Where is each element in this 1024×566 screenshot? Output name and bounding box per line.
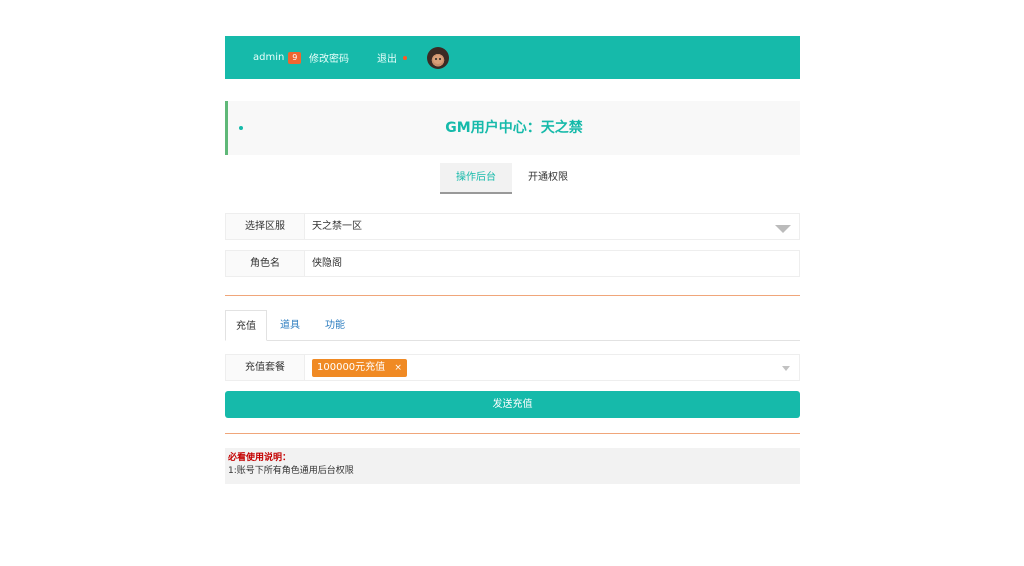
notice-line: 1:账号下所有角色通用后台权限 — [228, 466, 354, 476]
page-title: GM用户中心：天之禁 — [445, 120, 583, 136]
change-password-link[interactable]: 修改密码 — [309, 36, 349, 79]
page-header: GM用户中心：天之禁 — [225, 101, 800, 155]
divider — [225, 295, 800, 296]
username: admin — [253, 52, 285, 63]
role-name-row: 角色名 侠隐阁 — [225, 250, 800, 277]
tab-functions[interactable]: 功能 — [325, 310, 345, 341]
role-name-input[interactable]: 侠隐阁 — [305, 251, 799, 276]
avatar-eye-right — [439, 58, 441, 60]
role-label: 角色名 — [226, 251, 305, 276]
remove-tag-icon[interactable]: × — [394, 363, 402, 373]
status-dot-icon — [403, 55, 407, 60]
change-password-label: 修改密码 — [309, 54, 349, 65]
tab-open-permission[interactable]: 开通权限 — [512, 163, 584, 192]
divider — [225, 433, 800, 434]
notice-title: 必看使用说明： — [228, 453, 292, 463]
tab-recharge[interactable]: 充值 — [225, 310, 267, 341]
usage-notice: 必看使用说明： 1:账号下所有角色通用后台权限 — [225, 448, 800, 484]
package-select-row: 充值套餐 100000元充值 × — [225, 354, 800, 381]
server-select[interactable]: 天之禁一区 — [305, 214, 799, 239]
logout-label: 退出 — [377, 54, 397, 65]
avatar-eye-left — [435, 58, 437, 60]
tab-items[interactable]: 道具 — [280, 310, 300, 341]
dropdown-arrow-icon — [782, 366, 790, 371]
package-select[interactable]: 100000元充值 × — [305, 355, 799, 380]
main-tabs: 操作后台 开通权限 — [440, 163, 584, 194]
selected-package-label: 100000元充值 — [317, 362, 386, 373]
selected-package-tag: 100000元充值 × — [312, 359, 407, 377]
function-tabs: 充值 道具 功能 — [225, 310, 800, 341]
send-recharge-button[interactable]: 发送充值 — [225, 391, 800, 418]
user-menu[interactable]: admin 9 — [253, 36, 302, 79]
top-nav-bar: admin 9 修改密码 退出 — [225, 36, 800, 79]
server-value: 天之禁一区 — [312, 221, 362, 232]
server-label: 选择区服 — [226, 214, 305, 239]
tab-operation-backend[interactable]: 操作后台 — [440, 163, 512, 194]
avatar[interactable] — [427, 47, 449, 69]
role-value: 侠隐阁 — [312, 258, 342, 269]
server-select-row: 选择区服 天之禁一区 — [225, 213, 800, 240]
dropdown-arrow-icon — [775, 225, 791, 233]
logout-link[interactable]: 退出 — [377, 36, 407, 79]
package-label: 充值套餐 — [226, 355, 305, 380]
notification-badge: 9 — [288, 51, 302, 64]
